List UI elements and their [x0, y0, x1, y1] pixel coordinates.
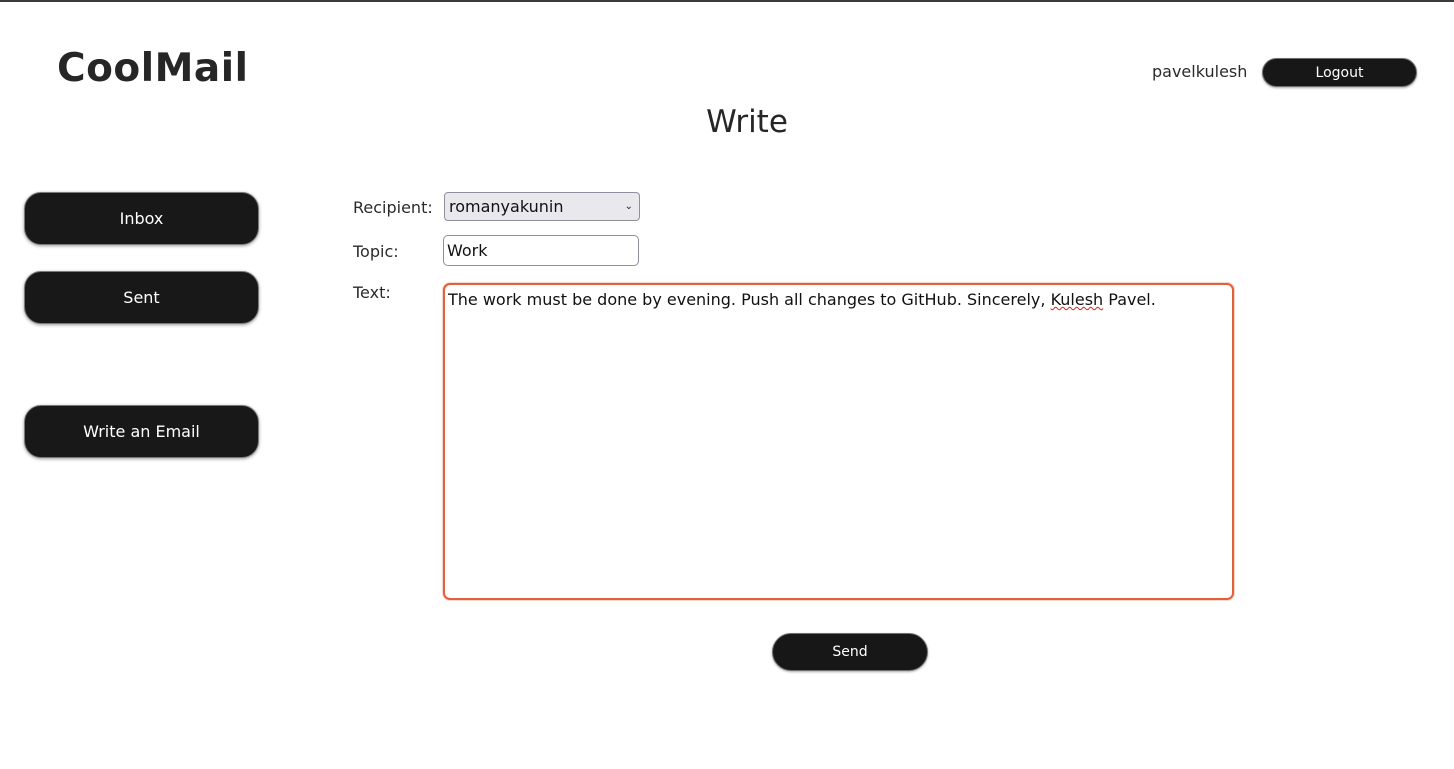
misspelled-word: Kulesh [1050, 290, 1104, 309]
message-text-end: Pavel. [1103, 290, 1156, 309]
top-border [0, 0, 1454, 2]
recipient-select[interactable]: romanyakunin ⌄ [444, 192, 640, 221]
message-textarea[interactable]: The work must be done by evening. Push a… [443, 283, 1234, 600]
sent-button[interactable]: Sent [24, 271, 259, 324]
chevron-down-icon: ⌄ [624, 201, 633, 212]
logout-button[interactable]: Logout [1262, 58, 1417, 87]
page-title: Write [706, 104, 788, 140]
send-button[interactable]: Send [772, 633, 928, 671]
topic-value: Work [447, 241, 488, 260]
message-text-start: The work must be done by evening. Push a… [448, 290, 1051, 309]
topic-label: Topic: [353, 242, 399, 261]
inbox-button[interactable]: Inbox [24, 192, 259, 245]
text-label: Text: [353, 283, 391, 302]
username-label: pavelkulesh [1152, 62, 1248, 81]
app-logo[interactable]: CoolMail [57, 46, 248, 91]
recipient-label: Recipient: [353, 198, 433, 217]
write-email-button[interactable]: Write an Email [24, 405, 259, 458]
recipient-selected-value: romanyakunin [449, 197, 564, 216]
topic-input[interactable]: Work [443, 235, 639, 266]
